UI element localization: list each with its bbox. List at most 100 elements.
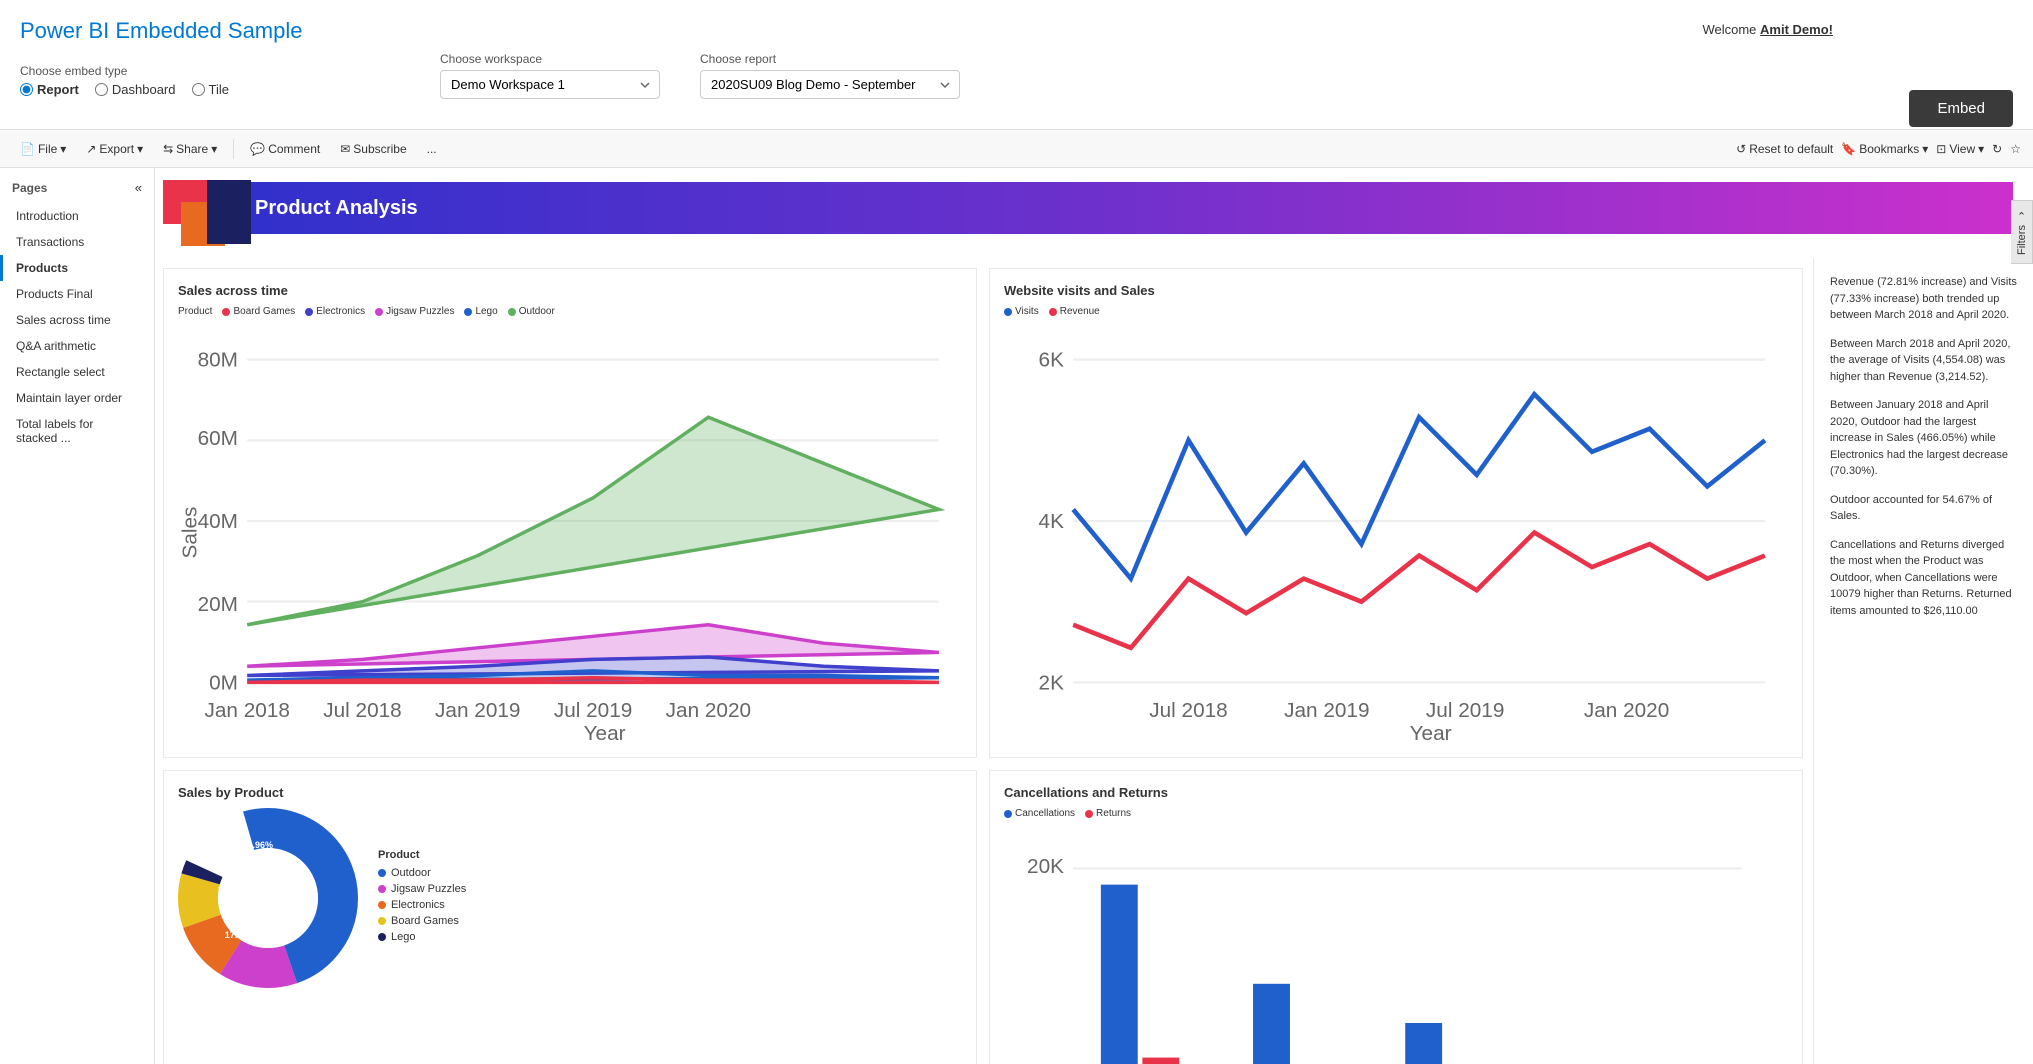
insights-panel: Revenue (72.81% increase) and Visits (77… bbox=[1813, 258, 2033, 1064]
toolbar: 📄 File ▾ ↗ Export ▾ ⇆ Share ▾ 💬 Comment … bbox=[0, 130, 2033, 168]
report-group: Choose report 2020SU09 Blog Demo - Septe… bbox=[700, 52, 960, 99]
sidebar-item-qa[interactable]: Q&A arithmetic bbox=[0, 333, 154, 359]
legend-electronics2: Electronics bbox=[378, 899, 466, 911]
legend-cancellations: Cancellations bbox=[1004, 808, 1075, 819]
comment-icon: 💬 bbox=[250, 142, 265, 156]
more-button[interactable]: ... bbox=[419, 139, 445, 159]
share-icon: ⇆ bbox=[163, 142, 173, 156]
sidebar-item-transactions[interactable]: Transactions bbox=[0, 229, 154, 255]
star-button[interactable]: ☆ bbox=[2010, 142, 2021, 156]
chevron-down-icon3: ▾ bbox=[211, 142, 217, 156]
sidebar-item-introduction[interactable]: Introduction bbox=[0, 203, 154, 229]
insight-4: Outdoor accounted for 54.67% of Sales. bbox=[1830, 492, 2017, 525]
svg-text:Sales: Sales bbox=[178, 507, 201, 559]
svg-text:Jan 2020: Jan 2020 bbox=[666, 699, 751, 722]
svg-text:17.37%: 17.37% bbox=[225, 930, 256, 940]
insight-3: Between January 2018 and April 2020, Out… bbox=[1830, 397, 2017, 480]
visits-svg: 6K 4K 2K Jul bbox=[1004, 325, 1788, 740]
sales-product-chart: Sales by Product bbox=[163, 770, 977, 1064]
report-canvas: Product Analysis Sales across time Produ… bbox=[155, 168, 2033, 1064]
reset-button[interactable]: ↺ Reset to default bbox=[1736, 142, 1833, 156]
insight-1: Revenue (72.81% increase) and Visits (77… bbox=[1830, 274, 2017, 324]
svg-text:60M: 60M bbox=[198, 427, 238, 450]
report-label: Choose report bbox=[700, 52, 960, 66]
svg-text:Jan 2019: Jan 2019 bbox=[435, 699, 520, 722]
deco-rect3 bbox=[207, 180, 251, 244]
file-button[interactable]: 📄 File ▾ bbox=[12, 139, 74, 159]
file-icon: 📄 bbox=[20, 142, 35, 156]
sales-time-svg: 80M 60M 40M 20M 0M Sales bbox=[178, 325, 962, 740]
refresh-button[interactable]: ↻ bbox=[1992, 142, 2002, 156]
svg-text:80M: 80M bbox=[198, 349, 238, 372]
svg-text:Jul 2019: Jul 2019 bbox=[1426, 699, 1504, 722]
svg-text:54.67%: 54.67% bbox=[273, 872, 304, 882]
cancellations-legend: Cancellations Returns bbox=[1004, 808, 1788, 819]
view-icon: ⊡ bbox=[1936, 142, 1946, 156]
cancellations-svg: 20K 0K bbox=[1004, 827, 1788, 1064]
svg-text:Jan 2020: Jan 2020 bbox=[1584, 699, 1669, 722]
star-icon: ☆ bbox=[2010, 142, 2021, 156]
sidebar-item-rect[interactable]: Rectangle select bbox=[0, 359, 154, 385]
sidebar-item-products-final[interactable]: Products Final bbox=[0, 281, 154, 307]
view-button[interactable]: ⊡ View ▾ bbox=[1936, 142, 1984, 156]
share-button[interactable]: ⇆ Share ▾ bbox=[155, 139, 225, 159]
legend-lego: Lego bbox=[464, 306, 497, 317]
sidebar-item-layer[interactable]: Maintain layer order bbox=[0, 385, 154, 411]
bookmarks-button[interactable]: 🔖 Bookmarks ▾ bbox=[1841, 142, 1928, 156]
app-title: Power BI Embedded Sample bbox=[20, 18, 303, 44]
legend-outdoor: Outdoor bbox=[378, 867, 466, 879]
chevron-down-icon: ▾ bbox=[60, 142, 66, 156]
website-visits-title: Website visits and Sales bbox=[1004, 283, 1788, 298]
sidebar-item-sales-time[interactable]: Sales across time bbox=[0, 307, 154, 333]
embed-button[interactable]: Embed bbox=[1909, 90, 2013, 127]
svg-text:Jul 2018: Jul 2018 bbox=[323, 699, 401, 722]
product-banner: Product Analysis bbox=[235, 182, 2013, 234]
bar-jigsaw-cancel bbox=[1405, 1023, 1442, 1064]
legend-revenue: Revenue bbox=[1049, 306, 1100, 317]
mail-icon: ✉ bbox=[340, 142, 350, 156]
radio-dashboard[interactable]: Dashboard bbox=[95, 82, 176, 97]
sidebar: Pages « Introduction Transactions Produc… bbox=[0, 168, 155, 1064]
sidebar-item-total[interactable]: Total labels for stacked ... bbox=[0, 411, 154, 451]
svg-text:40M: 40M bbox=[198, 510, 238, 533]
refresh-icon: ↻ bbox=[1992, 142, 2002, 156]
toolbar-right: ↺ Reset to default 🔖 Bookmarks ▾ ⊡ View … bbox=[1736, 142, 2021, 156]
sidebar-header: Pages « bbox=[0, 176, 154, 203]
sales-time-chart: Sales across time Product Board Games El… bbox=[163, 268, 977, 758]
svg-text:0M: 0M bbox=[209, 671, 238, 694]
filters-tab[interactable]: Filters ⌄ bbox=[2011, 200, 2033, 264]
bar-outdoor-returns bbox=[1142, 1058, 1179, 1064]
insight-2: Between March 2018 and April 2020, the a… bbox=[1830, 336, 2017, 386]
donut-row: 54.67% 17.37% 12.98% 11.96% Product bbox=[178, 808, 962, 988]
export-button[interactable]: ↗ Export ▾ bbox=[78, 139, 151, 159]
collapse-icon[interactable]: « bbox=[135, 180, 142, 195]
workspace-label: Choose workspace bbox=[440, 52, 660, 66]
svg-text:Jul 2019: Jul 2019 bbox=[554, 699, 632, 722]
donut-legend: Product Outdoor Jigsaw Puzzles bbox=[378, 849, 466, 947]
separator1 bbox=[233, 139, 234, 159]
chevron-down-icon2: ▾ bbox=[137, 142, 143, 156]
website-visits-chart: Website visits and Sales Visits Revenue bbox=[989, 268, 1803, 758]
workspace-select[interactable]: Demo Workspace 1 bbox=[440, 70, 660, 99]
report-select[interactable]: 2020SU09 Blog Demo - September bbox=[700, 70, 960, 99]
legend-outdoor: Outdoor bbox=[508, 306, 555, 317]
svg-text:12.98%: 12.98% bbox=[218, 885, 249, 895]
sales-time-title: Sales across time bbox=[178, 283, 962, 298]
legend-returns: Returns bbox=[1085, 808, 1131, 819]
legend-jigsaw: Jigsaw Puzzles bbox=[375, 306, 454, 317]
radio-tile[interactable]: Tile bbox=[192, 82, 229, 97]
comment-button[interactable]: 💬 Comment bbox=[242, 139, 328, 159]
sidebar-item-products[interactable]: Products bbox=[0, 255, 154, 281]
legend-visits: Visits bbox=[1004, 306, 1039, 317]
sales-time-legend: Product Board Games Electronics bbox=[178, 306, 962, 317]
chevron-filters-icon: ⌄ bbox=[2016, 209, 2028, 222]
insight-5: Cancellations and Returns diverged the m… bbox=[1830, 537, 2017, 620]
radio-report[interactable]: Report bbox=[20, 82, 79, 97]
cancellations-chart: Cancellations and Returns Cancellations … bbox=[989, 770, 1803, 1064]
bar-outdoor-cancel bbox=[1101, 885, 1138, 1064]
svg-text:20M: 20M bbox=[198, 593, 238, 616]
subscribe-button[interactable]: ✉ Subscribe bbox=[332, 139, 414, 159]
svg-text:6K: 6K bbox=[1039, 349, 1065, 372]
donut-svg: 54.67% 17.37% 12.98% 11.96% bbox=[178, 808, 358, 988]
svg-text:Jan 2018: Jan 2018 bbox=[204, 699, 289, 722]
